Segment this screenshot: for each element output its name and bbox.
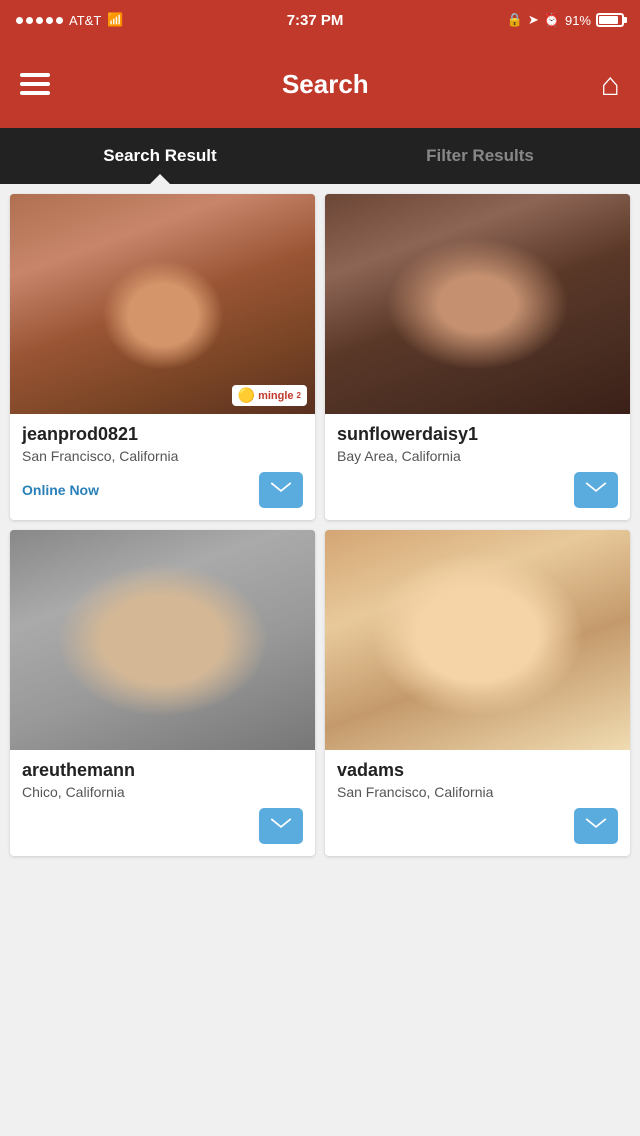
hamburger-menu-button[interactable] xyxy=(20,73,50,95)
location-icon: ➤ xyxy=(528,12,539,28)
profile-info-2: sunflowerdaisy1 Bay Area, California xyxy=(325,414,630,520)
hamburger-line-3 xyxy=(20,91,50,95)
profile-photo-4 xyxy=(325,530,630,750)
battery-icon xyxy=(596,13,624,27)
profile-username-1: jeanprod0821 xyxy=(22,424,303,445)
tab-search-result[interactable]: Search Result xyxy=(0,128,320,184)
battery-percent: 91% xyxy=(565,13,591,28)
status-bar: AT&T 📶 7:37 PM 🔒 ➤ ⏰ 91% xyxy=(0,0,640,40)
profile-location-4: San Francisco, California xyxy=(337,784,618,800)
signal-icon xyxy=(16,17,63,24)
profile-photo-1: 🟡 mingle 2 xyxy=(10,194,315,414)
message-icon-4 xyxy=(585,818,607,834)
wifi-icon: 📶 xyxy=(107,12,123,28)
profile-footer-2 xyxy=(337,472,618,508)
profile-card-1[interactable]: 🟡 mingle 2 jeanprod0821 San Francisco, C… xyxy=(10,194,315,520)
message-button-4[interactable] xyxy=(574,808,618,844)
profile-username-2: sunflowerdaisy1 xyxy=(337,424,618,445)
profile-location-1: San Francisco, California xyxy=(22,448,303,464)
profile-grid: 🟡 mingle 2 jeanprod0821 San Francisco, C… xyxy=(0,184,640,866)
app-title: Search xyxy=(282,69,369,100)
tab-bar: Search Result Filter Results xyxy=(0,128,640,184)
profile-info-1: jeanprod0821 San Francisco, California O… xyxy=(10,414,315,520)
profile-info-3: areuthemann Chico, California xyxy=(10,750,315,856)
tab-filter-results-label: Filter Results xyxy=(426,146,534,166)
message-button-3[interactable] xyxy=(259,808,303,844)
lock-icon: 🔒 xyxy=(507,12,523,28)
profile-footer-4 xyxy=(337,808,618,844)
profile-info-4: vadams San Francisco, California xyxy=(325,750,630,856)
profile-card-4[interactable]: vadams San Francisco, California xyxy=(325,530,630,856)
message-icon-3 xyxy=(270,818,292,834)
app-header: Search ⌂ xyxy=(0,40,640,128)
mingle-badge: 🟡 mingle 2 xyxy=(232,385,307,406)
status-left: AT&T 📶 xyxy=(16,12,123,28)
carrier-label: AT&T xyxy=(69,13,101,28)
message-icon-1 xyxy=(270,482,292,498)
message-button-2[interactable] xyxy=(574,472,618,508)
profile-footer-1: Online Now xyxy=(22,472,303,508)
hamburger-line-1 xyxy=(20,73,50,77)
profile-footer-3 xyxy=(22,808,303,844)
profile-location-2: Bay Area, California xyxy=(337,448,618,464)
home-button[interactable]: ⌂ xyxy=(601,66,620,103)
profile-photo-2 xyxy=(325,194,630,414)
profile-username-3: areuthemann xyxy=(22,760,303,781)
alarm-icon: ⏰ xyxy=(544,12,560,28)
profile-location-3: Chico, California xyxy=(22,784,303,800)
profile-username-4: vadams xyxy=(337,760,618,781)
hamburger-line-2 xyxy=(20,82,50,86)
message-button-1[interactable] xyxy=(259,472,303,508)
profile-photo-3 xyxy=(10,530,315,750)
profile-card-3[interactable]: areuthemann Chico, California xyxy=(10,530,315,856)
tab-search-result-label: Search Result xyxy=(103,146,216,166)
message-icon-2 xyxy=(585,482,607,498)
tab-filter-results[interactable]: Filter Results xyxy=(320,128,640,184)
status-time: 7:37 PM xyxy=(287,12,344,29)
status-right: 🔒 ➤ ⏰ 91% xyxy=(507,12,624,28)
online-status-1: Online Now xyxy=(22,482,99,498)
profile-card-2[interactable]: sunflowerdaisy1 Bay Area, California xyxy=(325,194,630,520)
